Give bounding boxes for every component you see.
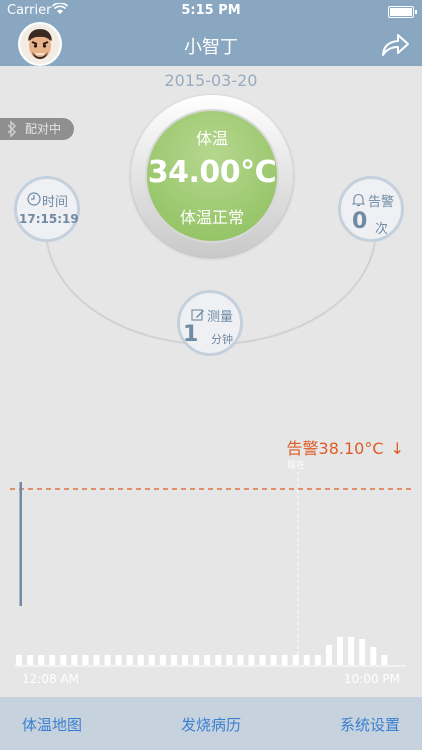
tab-fever-records[interactable]: 发烧病历 [181,714,241,735]
chart-bar [281,655,288,665]
time-label: 时间 [42,195,69,210]
chart-bar [204,655,211,665]
chart-bar [38,655,45,665]
chart-bar [303,655,310,665]
alarm-label: 告警 [368,195,395,210]
temperature-chart [10,472,412,667]
measure-value: 1 [183,322,199,347]
chart-bar [193,655,200,665]
x-axis-start-label: 12:08 AM [22,672,79,686]
chart-bar [270,655,277,665]
chart-bar [93,655,100,665]
chart-bar [248,655,255,665]
chart-bar [337,637,344,665]
chart-bar [104,655,111,665]
chart-bar [226,655,233,665]
measure-interval-widget[interactable]: 测量 1 分钟 [177,290,243,356]
chart-bar [82,655,89,665]
battery-icon [388,6,417,18]
chart-bar [148,655,155,665]
chart-bar [71,655,78,665]
chart-bar [259,655,266,665]
measure-label: 测量 [207,310,234,325]
chart-bar [16,655,22,665]
time-value: 17:15:19 [19,212,79,226]
chart-bar [348,637,355,665]
chart-bar [182,655,189,665]
chart-bar [381,655,388,665]
chart-bar [215,655,222,665]
page-title: 小智丁 [184,37,238,58]
tab-temperature-map[interactable]: 体温地图 [22,714,82,735]
measure-unit: 分钟 [211,333,233,346]
chart-bar [370,647,377,665]
tab-system-settings[interactable]: 系统设置 [340,714,400,735]
chart-bar [49,655,56,665]
chart-bar [359,639,366,665]
alarm-count: 0 [352,209,368,234]
y-scale-bar [19,482,22,606]
temperature-dial: 体温 34.00°C 体温正常 [131,95,293,257]
status-bar: Carrier 5:15 PM [0,0,422,22]
navigation-bar: 小智丁 [0,22,422,66]
chart-bar [314,655,321,665]
temperature-status: 体温正常 [179,208,244,227]
chart-bar [292,655,299,665]
chart-bar [27,655,34,665]
share-icon[interactable] [380,30,410,58]
pairing-label: 配对中 [25,122,62,136]
chart-bar [115,655,122,665]
chart-bar [325,645,332,665]
chart-bar [170,655,177,665]
alarm-unit: 次 [375,222,389,237]
pairing-badge[interactable]: 配对中 [0,118,74,140]
clock-icon [27,191,41,210]
chart-bar [60,655,67,665]
temperature-display: 体温 34.00°C 体温正常 [145,109,279,243]
chart-bar [137,655,144,665]
temperature-value: 34.00°C [147,155,277,190]
chart-bar [159,655,166,665]
status-time: 5:15 PM [181,3,241,18]
date-label: 2015-03-20 [164,71,258,90]
tab-bar: 体温地图 发烧病历 系统设置 [0,697,422,750]
temperature-label: 体温 [195,129,228,148]
alarm-widget[interactable]: 告警 0 次 [338,176,404,242]
x-axis-end-label: 10:00 PM [344,672,400,686]
chart-bar [126,655,133,665]
now-marker-label: 现在 [287,461,306,471]
bluetooth-icon [7,118,17,145]
time-widget: 时间 17:15:19 [14,176,80,242]
chart-bar [237,655,244,665]
